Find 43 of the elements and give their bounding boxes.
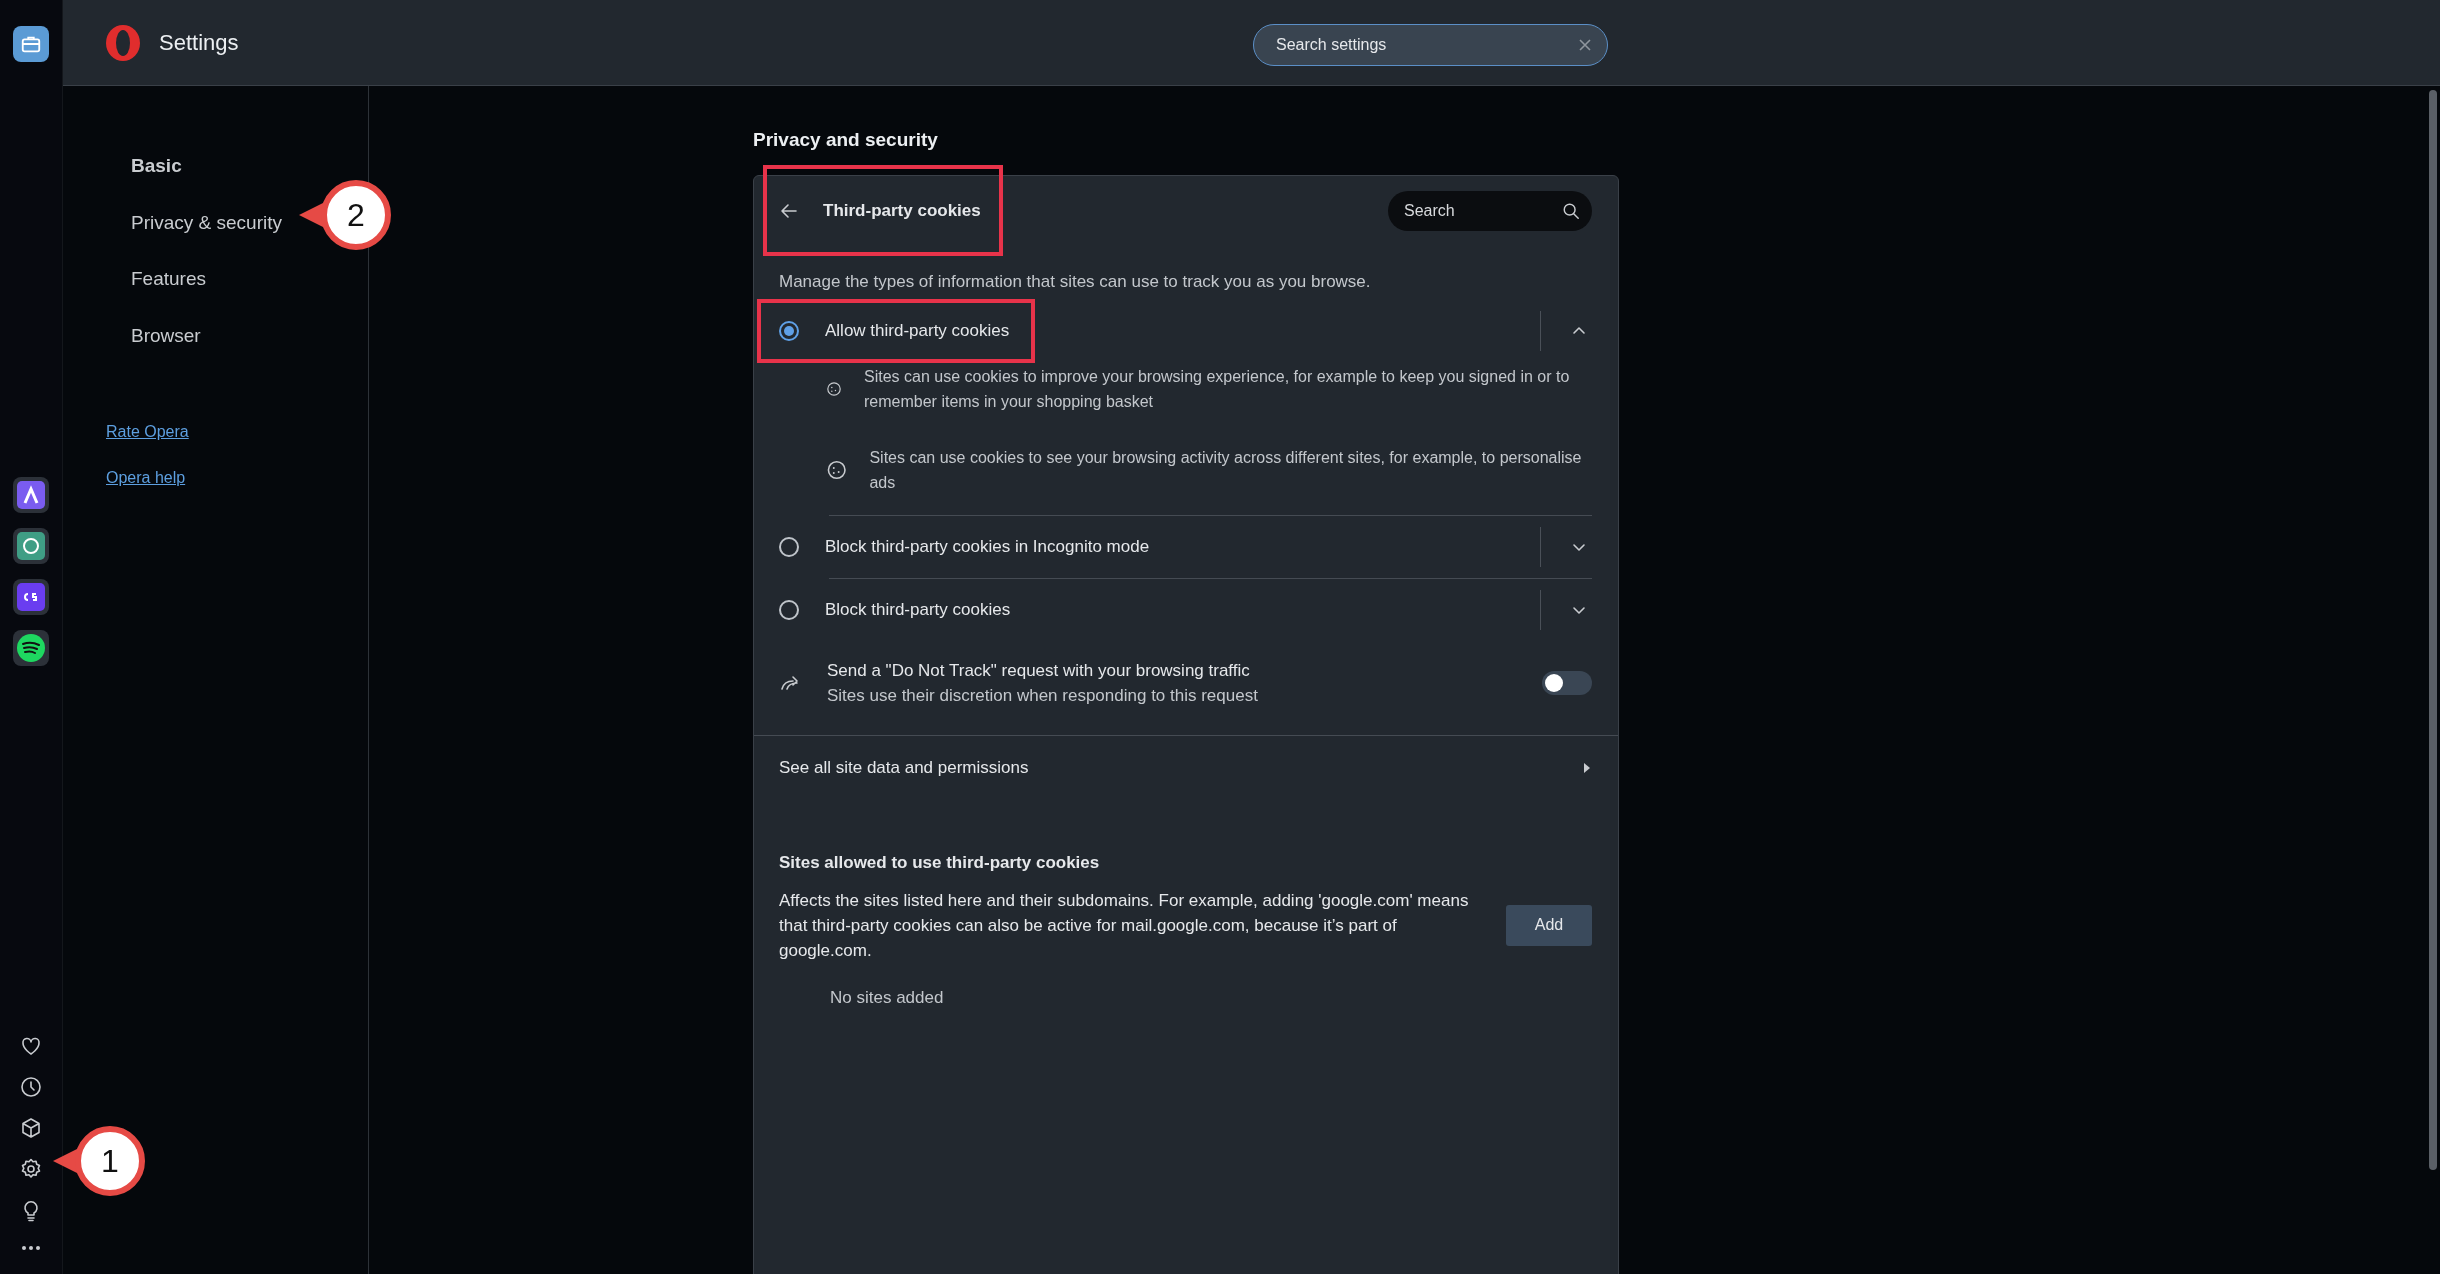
radio-button[interactable]: [779, 321, 799, 341]
card-search-field[interactable]: Search: [1388, 190, 1592, 231]
subsection-description: Affects the sites listed here and their subdomains. For example, adding 'google.com' means that third-party cookies can also be active for mail.google.com, because it’s part of google.com.: [779, 889, 1470, 962]
radio-button[interactable]: [779, 537, 799, 557]
caret-right-icon: [1582, 762, 1592, 774]
add-button[interactable]: Add: [1506, 904, 1592, 946]
help-link[interactable]: Rate Opera: [106, 420, 189, 444]
music-app-icon[interactable]: [13, 630, 49, 666]
briefcase-icon[interactable]: [13, 26, 49, 62]
option-label: Allow third-party cookies: [825, 320, 1010, 343]
nav-item[interactable]: Browser: [131, 321, 201, 350]
help-link[interactable]: Opera help: [106, 466, 186, 490]
cube-icon[interactable]: [19, 1116, 43, 1140]
subsection-heading: Sites allowed to use third-party cookies: [778, 852, 1101, 874]
site-data-link[interactable]: See all site data and permissions: [754, 736, 1618, 800]
toggle-switch[interactable]: [1542, 671, 1592, 695]
opera-logo-icon: [103, 22, 143, 63]
app-tile-icon[interactable]: [13, 477, 49, 513]
nav-item[interactable]: Basic: [131, 152, 182, 181]
empty-message: No sites added: [830, 986, 945, 1009]
nav-item[interactable]: Privacy & security: [131, 208, 282, 237]
card-description: Manage the types of information that sites can use to track you as you browse.: [778, 270, 1372, 293]
setting-title: Send a "Do Not Track" request with your browsing traffic: [827, 659, 1251, 682]
option-label: Block third-party cookies in Incognito mode: [825, 536, 1150, 559]
option-detail-text: Sites can use cookies to improve your browsing experience, for example to keep you signed in or to remember items in your shopping basket: [864, 367, 1571, 412]
chat-app-icon[interactable]: [13, 528, 49, 564]
page-title: Settings: [159, 29, 239, 57]
option-detail-text: Sites can use cookies to see your browsing activity across different sites, for example, to personalise ads: [869, 448, 1583, 493]
search-settings-field[interactable]: Search settings: [1253, 24, 1608, 66]
cookie-icon: [826, 459, 848, 481]
card-title: Third-party cookies: [823, 199, 981, 222]
scrollbar-thumb[interactable]: [2429, 90, 2437, 1170]
more-icon[interactable]: [19, 1244, 43, 1252]
setting-subtitle: Sites use their discretion when responding to this request: [827, 685, 1258, 707]
radio-button[interactable]: [779, 600, 799, 620]
clock-icon[interactable]: [19, 1075, 43, 1099]
section-heading: Privacy and security: [753, 128, 939, 152]
search-icon[interactable]: [1562, 201, 1580, 220]
nav-item[interactable]: Features: [131, 265, 206, 294]
app-tile-icon[interactable]: [13, 579, 49, 615]
settings-icon[interactable]: [19, 1157, 43, 1181]
close-icon[interactable]: [1578, 38, 1592, 52]
option-label: Block third-party cookies: [825, 599, 1011, 622]
